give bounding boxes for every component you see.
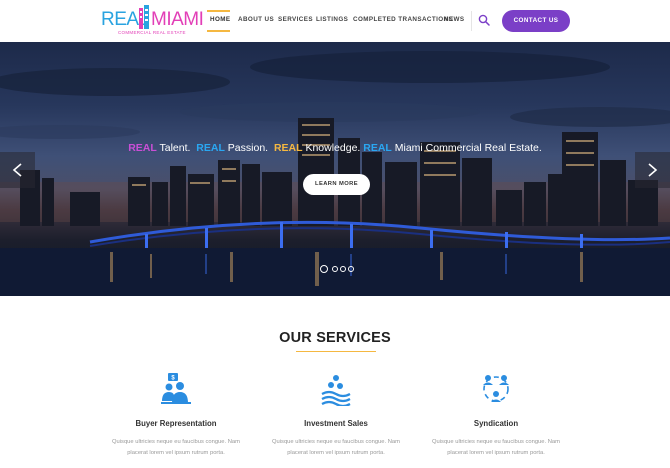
miami-skyline-image [0,51,670,296]
tagline-rest-2: Passion. [224,142,269,154]
hero-slider: REAL Talent. REAL Passion. REAL Knowledg… [0,42,670,296]
nav-active-indicator-top [207,10,230,12]
slider-prev-button[interactable] [0,152,35,188]
contact-us-button[interactable]: CONTACT US [502,10,570,32]
service-description: Quisque ultricies neque eu faucibus cong… [432,439,560,456]
tagline-word-3: REAL [273,142,303,154]
slider-dot-3[interactable] [340,266,346,272]
service-syndication[interactable]: Syndication Quisque ultricies neque eu f… [416,372,576,459]
service-description: Quisque ultricies neque eu faucibus cong… [272,439,400,456]
slider-dot-4[interactable] [348,266,354,272]
nav-item-completed-transactions[interactable]: COMPLETED TRANSACTIONS [353,16,453,23]
search-icon[interactable] [478,14,490,26]
service-investment-sales[interactable]: Investment Sales Quisque ultricies neque… [256,372,416,459]
services-heading-underline [296,351,376,352]
learn-more-button[interactable]: LEARN MORE [303,174,370,195]
service-title: Syndication [473,419,519,428]
service-title: Investment Sales [304,419,368,428]
nav-item-news[interactable]: NEWS [444,16,465,23]
tagline-word-1: REAL [128,142,157,154]
nav-item-home[interactable]: HOME [210,16,231,23]
logo-tagline: COMMERCIAL REAL ESTATE [118,30,186,35]
service-buyer-representation[interactable]: $ Buyer Representation Quisque ultricies… [96,372,256,459]
logo-building-icon [139,5,149,29]
site-logo[interactable]: REAL MIAMI COMMERCIAL REAL ESTATE [101,5,204,37]
chevron-left-icon [12,163,22,177]
tagline-rest-4: Miami Commercial Real Estate. [391,142,542,154]
services-heading: OUR SERVICES [279,330,391,346]
logo-word-miami: MIAMI [151,9,204,30]
hero-tagline: REAL Talent. REAL Passion. REAL Knowledg… [0,142,670,154]
service-description: Quisque ultricies neque eu faucibus cong… [112,439,240,456]
slider-next-button[interactable] [635,152,670,188]
nav-item-listings[interactable]: LISTINGS [316,16,348,23]
tagline-word-2: REAL [196,142,225,154]
chevron-right-icon [648,163,658,177]
tagline-rest-1: Talent. [156,142,191,154]
nav-divider [471,11,472,31]
tagline-rest-3: Knowledge. [302,142,361,154]
buyer-representation-icon: $ [161,373,191,404]
syndication-icon [483,375,509,402]
slider-dot-1[interactable] [320,265,328,273]
nav-item-about-us[interactable]: ABOUT US [238,16,274,23]
nav-active-indicator-bottom [207,30,230,32]
slider-dot-2[interactable] [332,266,338,272]
nav-item-services[interactable]: SERVICES [278,16,313,23]
tagline-word-4: REAL [363,142,392,154]
service-title: Buyer Representation [135,419,217,428]
site-header: REAL MIAMI COMMERCIAL REAL ESTATE HOME A… [0,0,670,42]
investment-sales-icon [321,375,351,406]
